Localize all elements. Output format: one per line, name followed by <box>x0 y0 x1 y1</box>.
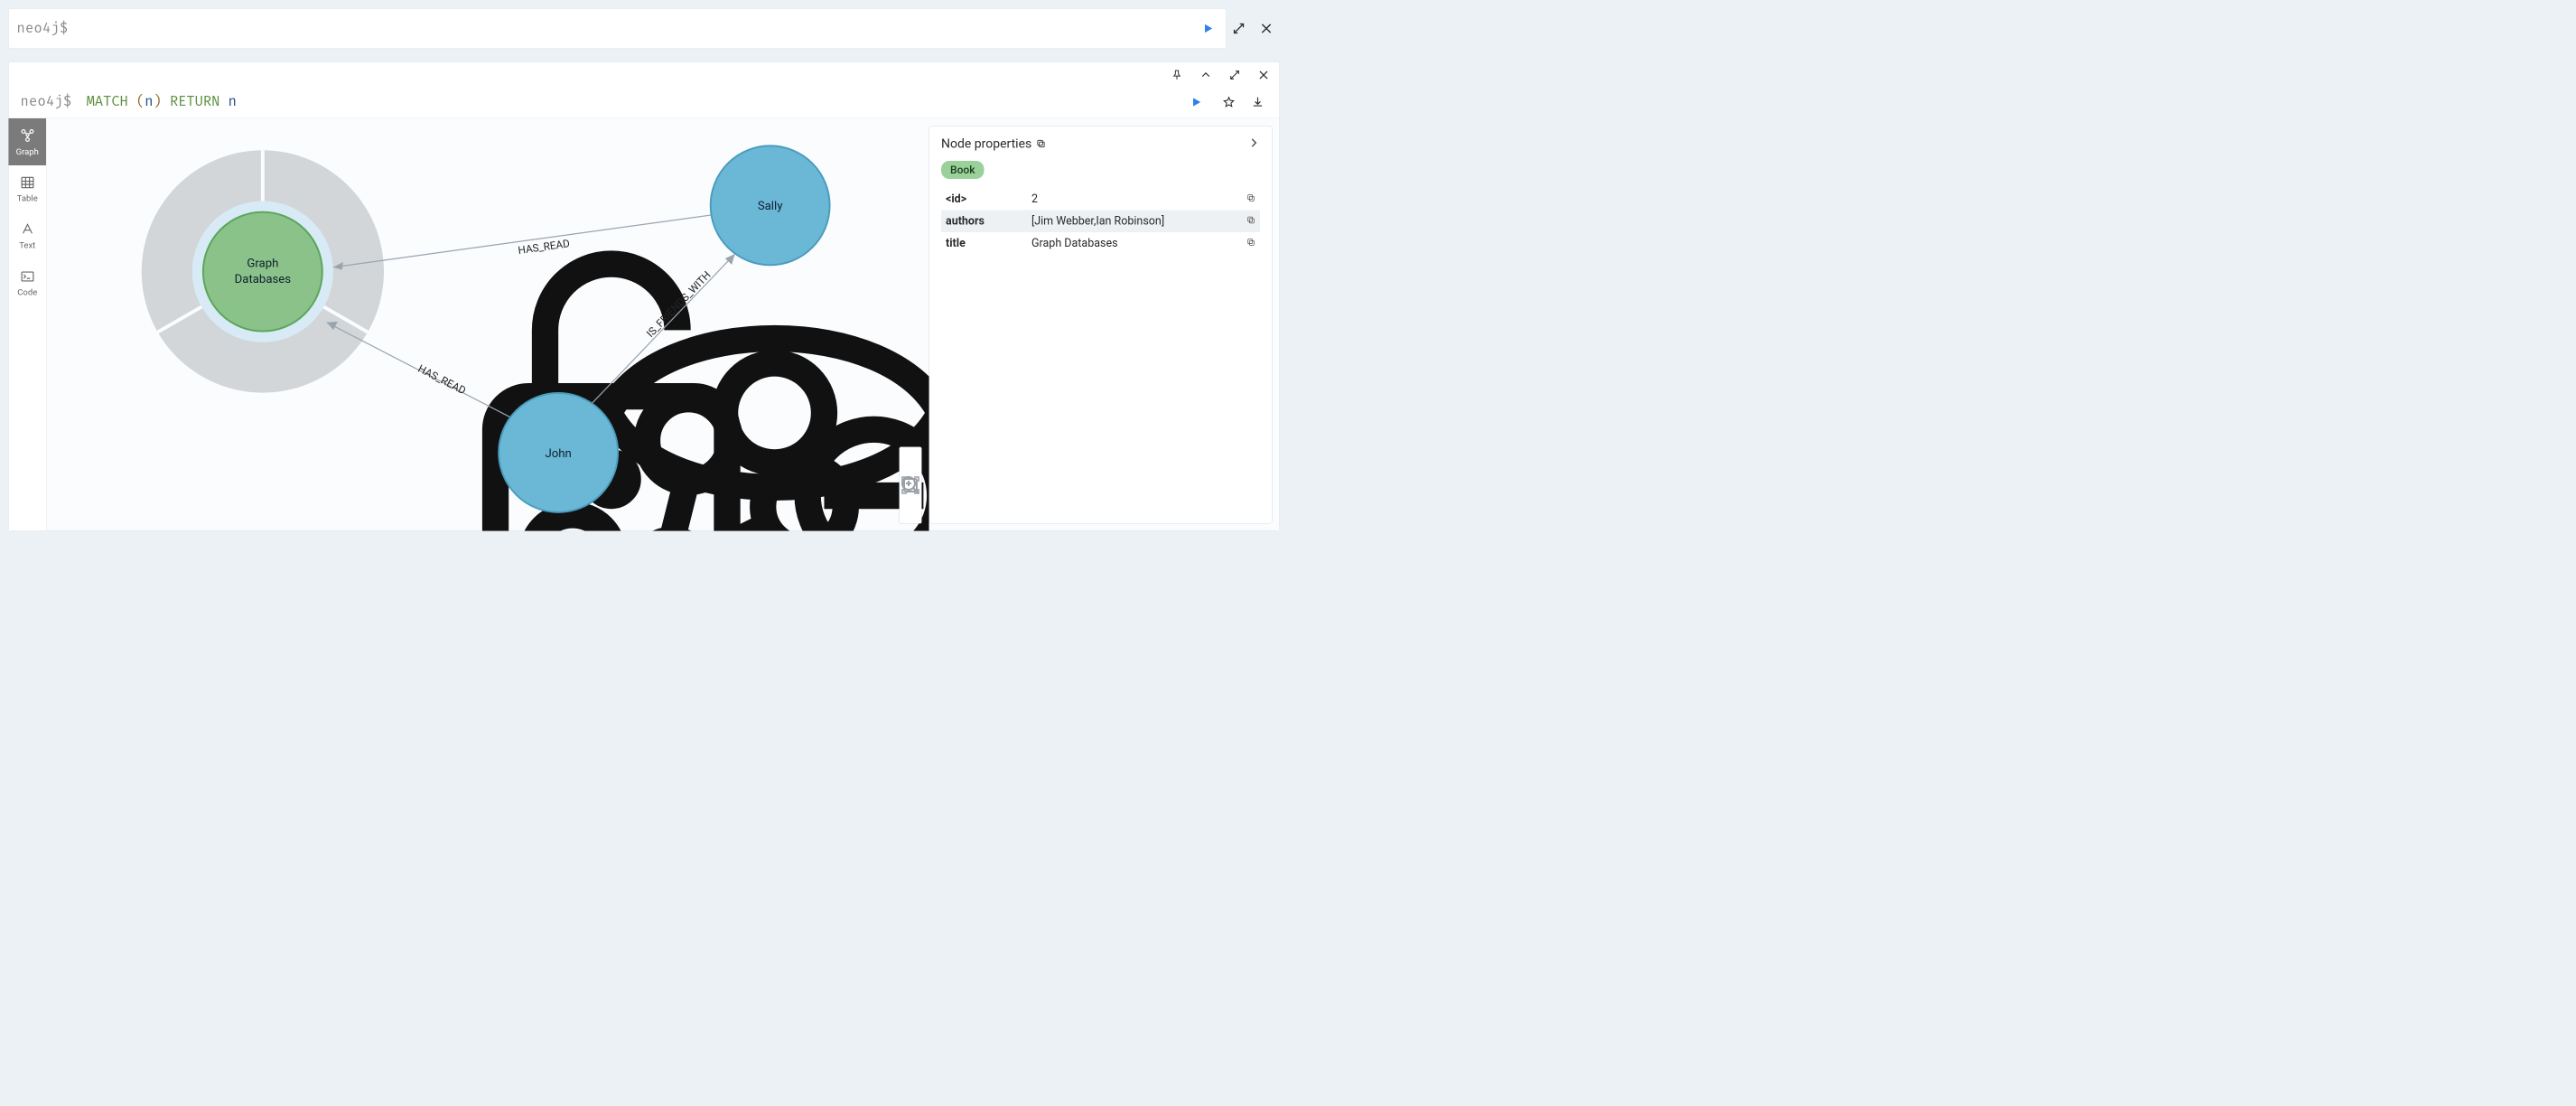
prop-key-title: title <box>941 232 1027 255</box>
copy-all-icon[interactable] <box>1036 138 1046 148</box>
prompt-label-2: neo4j$ <box>21 94 72 111</box>
prop-row-id: <id> 2 <box>941 188 1260 211</box>
favorite-icon[interactable] <box>1223 96 1236 108</box>
expand-fullscreen-icon[interactable] <box>1228 69 1242 82</box>
node-book-label-1: Graph <box>247 258 278 271</box>
identifier-n: n <box>145 94 153 111</box>
paren-close: ) <box>153 94 161 111</box>
zoom-panel <box>900 447 922 524</box>
prop-row-title: title Graph Databases <box>941 232 1260 255</box>
tab-text[interactable]: Text <box>9 212 47 259</box>
node-book-label-2: Databases <box>235 273 292 286</box>
node-label-pill[interactable]: Book <box>941 161 984 179</box>
collapse-icon[interactable] <box>1199 69 1213 82</box>
prop-key-id: <id> <box>941 188 1027 211</box>
tab-code-label: Code <box>17 286 37 297</box>
zoom-fit-button[interactable] <box>900 498 921 523</box>
result-frame: neo4j$ MATCH (n) RETURN n G <box>8 61 1280 531</box>
download-icon[interactable] <box>1252 96 1265 108</box>
tab-text-label: Text <box>19 239 35 250</box>
prop-val-title: Graph Databases <box>1027 232 1242 255</box>
pin-icon[interactable] <box>1171 69 1184 82</box>
query-editor[interactable]: neo4j$ <box>8 8 1227 49</box>
prompt-label: neo4j$ <box>17 20 69 37</box>
node-properties-panel: Node properties Book <id> 2 authors <box>929 126 1273 524</box>
collapse-panel-icon[interactable] <box>1247 136 1260 151</box>
keyword-return: RETURN <box>170 94 219 111</box>
edge-label-sally-book: HAS_READ <box>518 237 571 257</box>
close-icon[interactable] <box>1259 22 1274 36</box>
identifier-n2: n <box>229 94 237 111</box>
close-frame-icon[interactable] <box>1257 69 1271 82</box>
copy-title-icon[interactable] <box>1242 232 1260 255</box>
prop-val-id: 2 <box>1027 188 1242 211</box>
node-book[interactable]: Graph Databases <box>203 212 322 332</box>
edge-label-john-book: HAS_READ <box>415 362 468 398</box>
graph-canvas[interactable]: HAS_READ HAS_READ IS_FRIENDS_WITH Graph … <box>47 118 929 531</box>
tab-table[interactable]: Table <box>9 165 47 212</box>
copy-authors-icon[interactable] <box>1242 211 1260 233</box>
tab-table-label: Table <box>17 192 38 203</box>
prop-row-authors: authors [Jim Webber,Ian Robinson] <box>941 211 1260 233</box>
node-john-label: John <box>546 447 572 461</box>
edge-sally-book[interactable] <box>333 212 733 267</box>
tab-graph[interactable]: Graph <box>9 118 47 165</box>
copy-id-icon[interactable] <box>1242 188 1260 211</box>
prop-val-authors: [Jim Webber,Ian Robinson] <box>1027 211 1242 233</box>
fullscreen-icon[interactable] <box>1232 22 1246 35</box>
view-switcher: Graph Table Text Code <box>9 118 47 531</box>
node-sally[interactable]: Sally <box>711 145 830 265</box>
tab-graph-label: Graph <box>16 146 39 157</box>
rerun-query-button[interactable] <box>1187 96 1207 108</box>
props-title-text: Node properties <box>941 136 1031 152</box>
prop-key-authors: authors <box>941 211 1027 233</box>
node-john[interactable]: John <box>499 393 618 512</box>
paren-open: ( <box>136 94 145 111</box>
run-query-button[interactable] <box>1199 23 1218 35</box>
tab-code[interactable]: Code <box>9 259 47 306</box>
keyword-match: MATCH <box>87 94 128 111</box>
executed-query[interactable]: neo4j$ MATCH (n) RETURN n <box>21 78 1187 111</box>
node-sally-label: Sally <box>758 200 783 213</box>
